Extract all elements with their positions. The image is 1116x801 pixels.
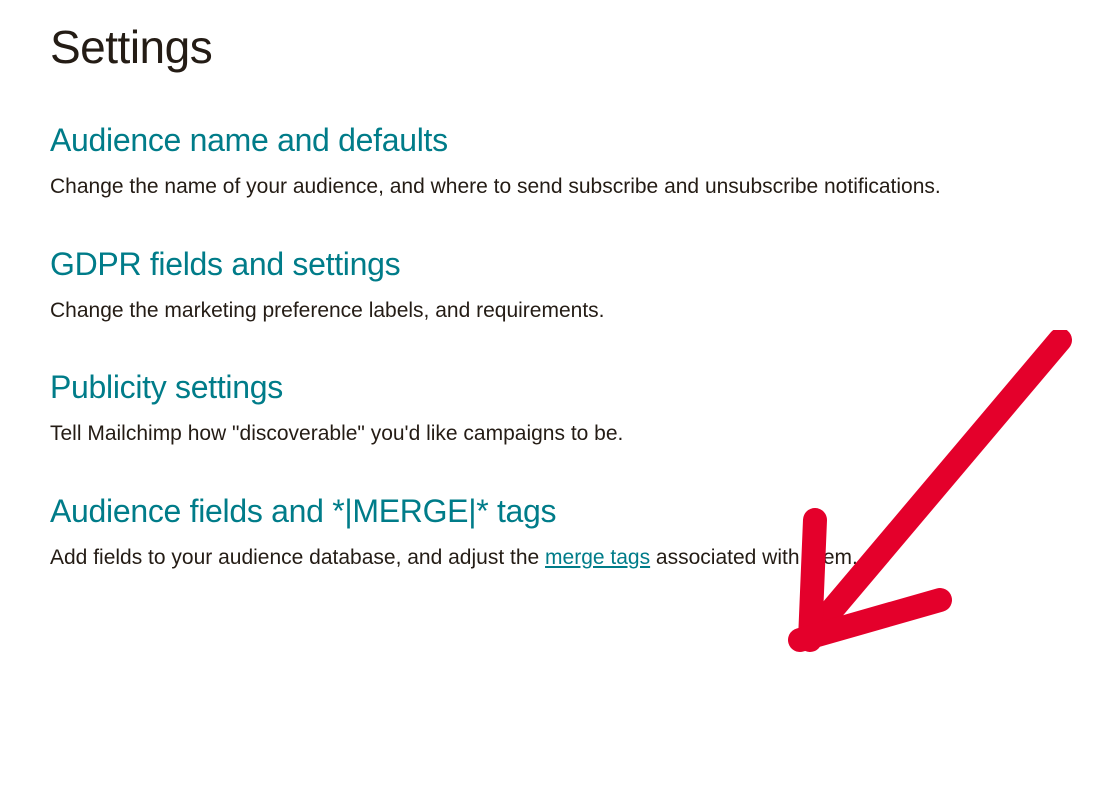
description-audience-fields-merge-tags: Add fields to your audience database, an… [50,542,1066,575]
link-publicity-settings[interactable]: Publicity settings [50,369,283,406]
link-merge-tags[interactable]: merge tags [545,546,650,569]
settings-section-audience-name: Audience name and defaults Change the na… [50,122,1066,204]
settings-section-gdpr: GDPR fields and settings Change the mark… [50,246,1066,328]
description-publicity-settings: Tell Mailchimp how "discoverable" you'd … [50,418,1066,451]
description-gdpr-fields: Change the marketing preference labels, … [50,295,1066,328]
link-audience-name-defaults[interactable]: Audience name and defaults [50,122,448,159]
settings-section-publicity: Publicity settings Tell Mailchimp how "d… [50,369,1066,451]
link-gdpr-fields[interactable]: GDPR fields and settings [50,246,400,283]
settings-section-merge-tags: Audience fields and *|MERGE|* tags Add f… [50,493,1066,575]
description-prefix: Add fields to your audience database, an… [50,546,545,569]
description-audience-name-defaults: Change the name of your audience, and wh… [50,171,1066,204]
page-title: Settings [50,20,1066,74]
link-audience-fields-merge-tags[interactable]: Audience fields and *|MERGE|* tags [50,493,556,530]
description-suffix: associated with them. [650,546,858,569]
